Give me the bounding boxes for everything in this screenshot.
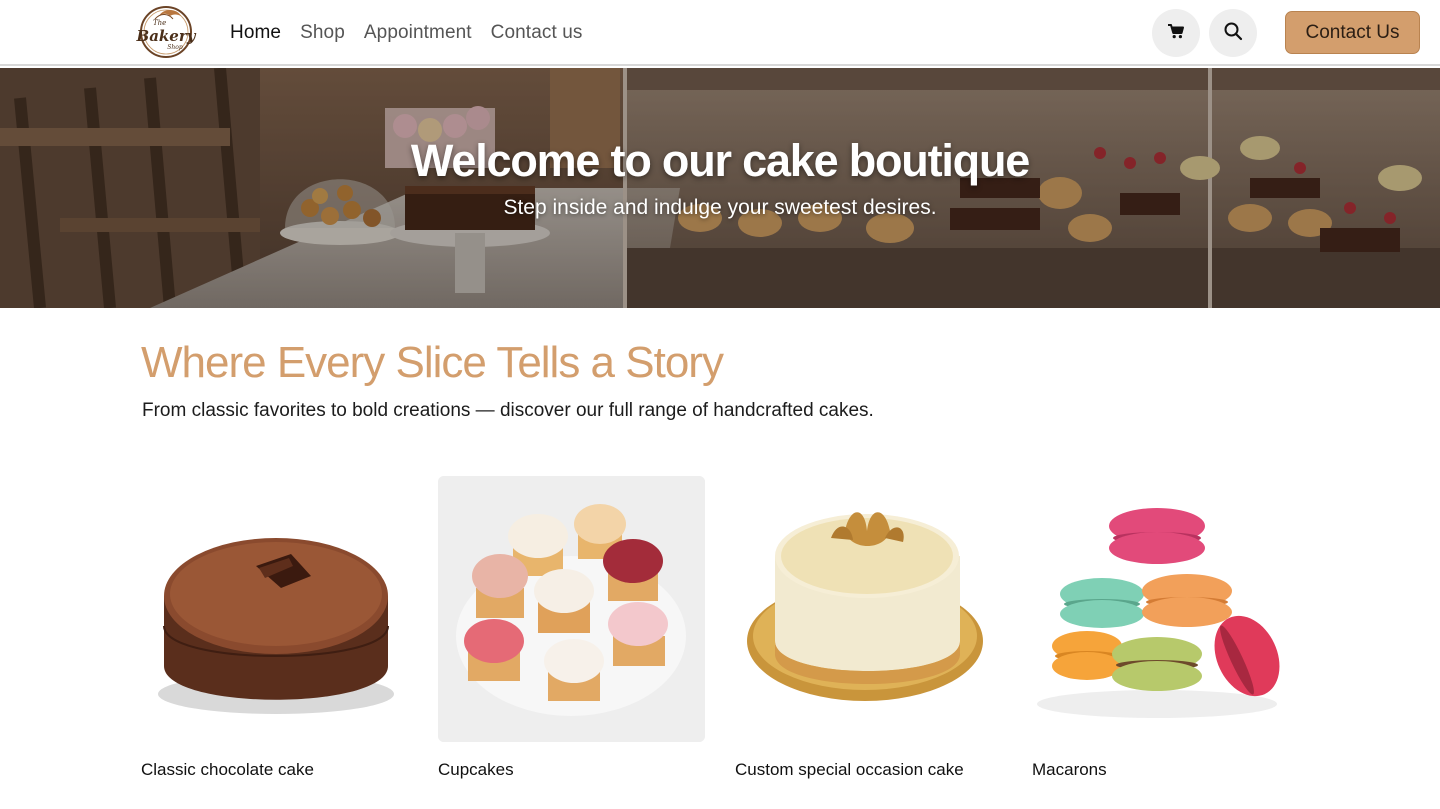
nav-home[interactable]: Home bbox=[230, 22, 281, 44]
svg-text:Bakery: Bakery bbox=[136, 27, 197, 45]
svg-text:The: The bbox=[153, 19, 166, 27]
nav-appointment[interactable]: Appointment bbox=[364, 22, 472, 44]
product-name[interactable]: Cupcakes bbox=[438, 760, 514, 780]
nav-shop[interactable]: Shop bbox=[300, 22, 345, 44]
cart-button[interactable] bbox=[1152, 9, 1200, 57]
cart-icon bbox=[1167, 22, 1185, 45]
search-button[interactable] bbox=[1209, 9, 1257, 57]
chocolate-cake-image[interactable] bbox=[141, 476, 408, 742]
contact-us-button[interactable]: Contact Us bbox=[1285, 11, 1420, 54]
bakery-logo[interactable]: The Bakery Shop bbox=[133, 4, 199, 60]
hero-banner: Welcome to our cake boutique Step inside… bbox=[0, 68, 1440, 308]
hero-title: Welcome to our cake boutique bbox=[410, 135, 1030, 186]
section-title: Where Every Slice Tells a Story bbox=[141, 338, 724, 387]
product-name[interactable]: Classic chocolate cake bbox=[141, 760, 314, 780]
product-card[interactable]: Custom special occasion cake bbox=[735, 476, 1002, 779]
search-icon bbox=[1223, 21, 1243, 46]
svg-text:Shop: Shop bbox=[167, 44, 183, 51]
custom-occasion-cake-image[interactable] bbox=[735, 476, 1002, 742]
product-card[interactable]: Macarons bbox=[1032, 476, 1299, 779]
product-name[interactable]: Custom special occasion cake bbox=[735, 760, 964, 780]
product-name[interactable]: Macarons bbox=[1032, 760, 1107, 780]
macarons-image[interactable] bbox=[1032, 476, 1299, 742]
product-card[interactable]: Cupcakes bbox=[438, 476, 705, 779]
bakery-interior-image bbox=[0, 68, 1440, 308]
hero-subtitle: Step inside and indulge your sweetest de… bbox=[503, 196, 937, 219]
product-card[interactable]: Classic chocolate cake bbox=[141, 476, 408, 779]
cupcakes-image[interactable] bbox=[438, 476, 705, 742]
site-header: The Bakery Shop Home Shop Appointment Co… bbox=[0, 0, 1440, 66]
section-description: From classic favorites to bold creations… bbox=[142, 400, 874, 421]
main-nav: Home Shop Appointment Contact us bbox=[230, 0, 601, 66]
nav-contact[interactable]: Contact us bbox=[491, 22, 583, 44]
